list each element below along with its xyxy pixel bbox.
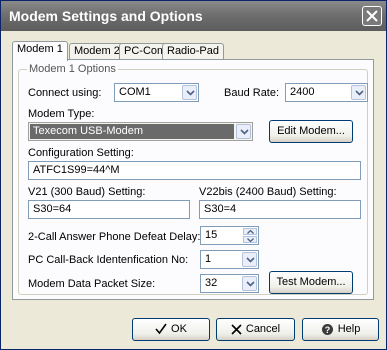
- edit-modem-label: Edit Modem...: [277, 125, 345, 137]
- packet-size-label: Modem Data Packet Size:: [28, 278, 156, 290]
- v22bis-setting-value: S30=4: [204, 203, 237, 215]
- spin-down-button[interactable]: [243, 236, 257, 243]
- cross-icon: [231, 324, 242, 335]
- config-setting-label: Configuration Setting:: [28, 147, 134, 159]
- ok-button[interactable]: OK: [132, 318, 210, 341]
- help-icon: ?: [321, 323, 333, 335]
- v21-setting-input[interactable]: S30=64: [28, 200, 190, 219]
- baud-rate-select[interactable]: 2400: [285, 83, 368, 102]
- tab-panel: Modem 1 Options Connect using: COM1 Baud…: [12, 59, 374, 300]
- packet-size-select[interactable]: 32: [200, 274, 259, 293]
- two-call-delay-label: 2-Call Answer Phone Defeat Delay:: [28, 231, 201, 243]
- packet-size-value: 32: [205, 277, 218, 289]
- test-modem-button[interactable]: Test Modem...: [269, 271, 353, 294]
- two-call-delay-spinner[interactable]: 15: [200, 226, 259, 245]
- checkmark-icon: [155, 323, 167, 335]
- connect-using-select[interactable]: COM1: [114, 83, 199, 102]
- tab-modem-1-label: Modem 1: [17, 43, 63, 55]
- cancel-button[interactable]: Cancel: [216, 318, 295, 341]
- chevron-up-icon: [247, 230, 254, 234]
- tab-pc-com-label: PC-Com: [124, 45, 167, 57]
- help-button[interactable]: ? Help: [302, 318, 379, 341]
- tab-radio-pad-label: Radio-Pad: [167, 45, 219, 57]
- spin-up-button[interactable]: [243, 228, 257, 235]
- modem-type-value: Texecom USB-Modem: [30, 124, 234, 139]
- tab-modem-2[interactable]: Modem 2: [69, 43, 125, 60]
- title-bar[interactable]: Modem Settings and Options: [1, 1, 386, 31]
- baud-rate-value: 2400: [290, 86, 315, 98]
- group-legend: Modem 1 Options: [27, 63, 118, 75]
- help-label: Help: [337, 323, 361, 335]
- v22bis-setting-label: V22bis (2400 Baud) Setting:: [199, 186, 337, 198]
- cancel-label: Cancel: [245, 323, 281, 335]
- ok-label: OK: [171, 323, 187, 335]
- svg-text:?: ?: [324, 325, 330, 335]
- chevron-down-icon: [246, 257, 255, 263]
- test-modem-label: Test Modem...: [276, 276, 346, 288]
- modem-type-label: Modem Type:: [28, 108, 95, 120]
- dropdown-button[interactable]: [236, 124, 251, 139]
- callback-id-select[interactable]: 1: [200, 250, 259, 269]
- close-button[interactable]: [362, 6, 382, 26]
- modem-type-select[interactable]: Texecom USB-Modem: [28, 122, 253, 141]
- baud-rate-label: Baud Rate:: [224, 87, 280, 99]
- chevron-down-icon: [240, 129, 249, 135]
- modem-settings-dialog: Modem Settings and Options Modem 1 Modem…: [0, 0, 387, 350]
- v21-setting-value: S30=64: [33, 203, 72, 215]
- v22bis-setting-input[interactable]: S30=4: [199, 200, 361, 219]
- config-setting-input[interactable]: ATFC1S99=44^M: [28, 161, 361, 180]
- close-icon: [366, 10, 378, 22]
- chevron-down-icon: [247, 238, 254, 242]
- two-call-delay-value: 15: [205, 229, 218, 241]
- callback-id-label: PC Call-Back Identenfication No:: [28, 254, 189, 266]
- chevron-down-icon: [186, 90, 195, 96]
- config-setting-value: ATFC1S99=44^M: [33, 164, 120, 176]
- dropdown-button[interactable]: [182, 85, 197, 100]
- dropdown-button[interactable]: [242, 252, 257, 267]
- window-title: Modem Settings and Options: [9, 8, 203, 24]
- tab-modem-1[interactable]: Modem 1: [12, 41, 68, 61]
- chevron-down-icon: [246, 281, 255, 287]
- v21-setting-label: V21 (300 Baud) Setting:: [28, 186, 146, 198]
- edit-modem-button[interactable]: Edit Modem...: [269, 120, 353, 143]
- callback-id-value: 1: [205, 253, 212, 265]
- tab-modem-2-label: Modem 2: [74, 45, 120, 57]
- dropdown-button[interactable]: [351, 85, 366, 100]
- dropdown-button[interactable]: [242, 276, 257, 291]
- connect-using-label: Connect using:: [28, 87, 102, 99]
- chevron-down-icon: [355, 90, 364, 96]
- connect-using-value: COM1: [119, 86, 151, 98]
- tab-radio-pad[interactable]: Radio-Pad: [162, 43, 224, 60]
